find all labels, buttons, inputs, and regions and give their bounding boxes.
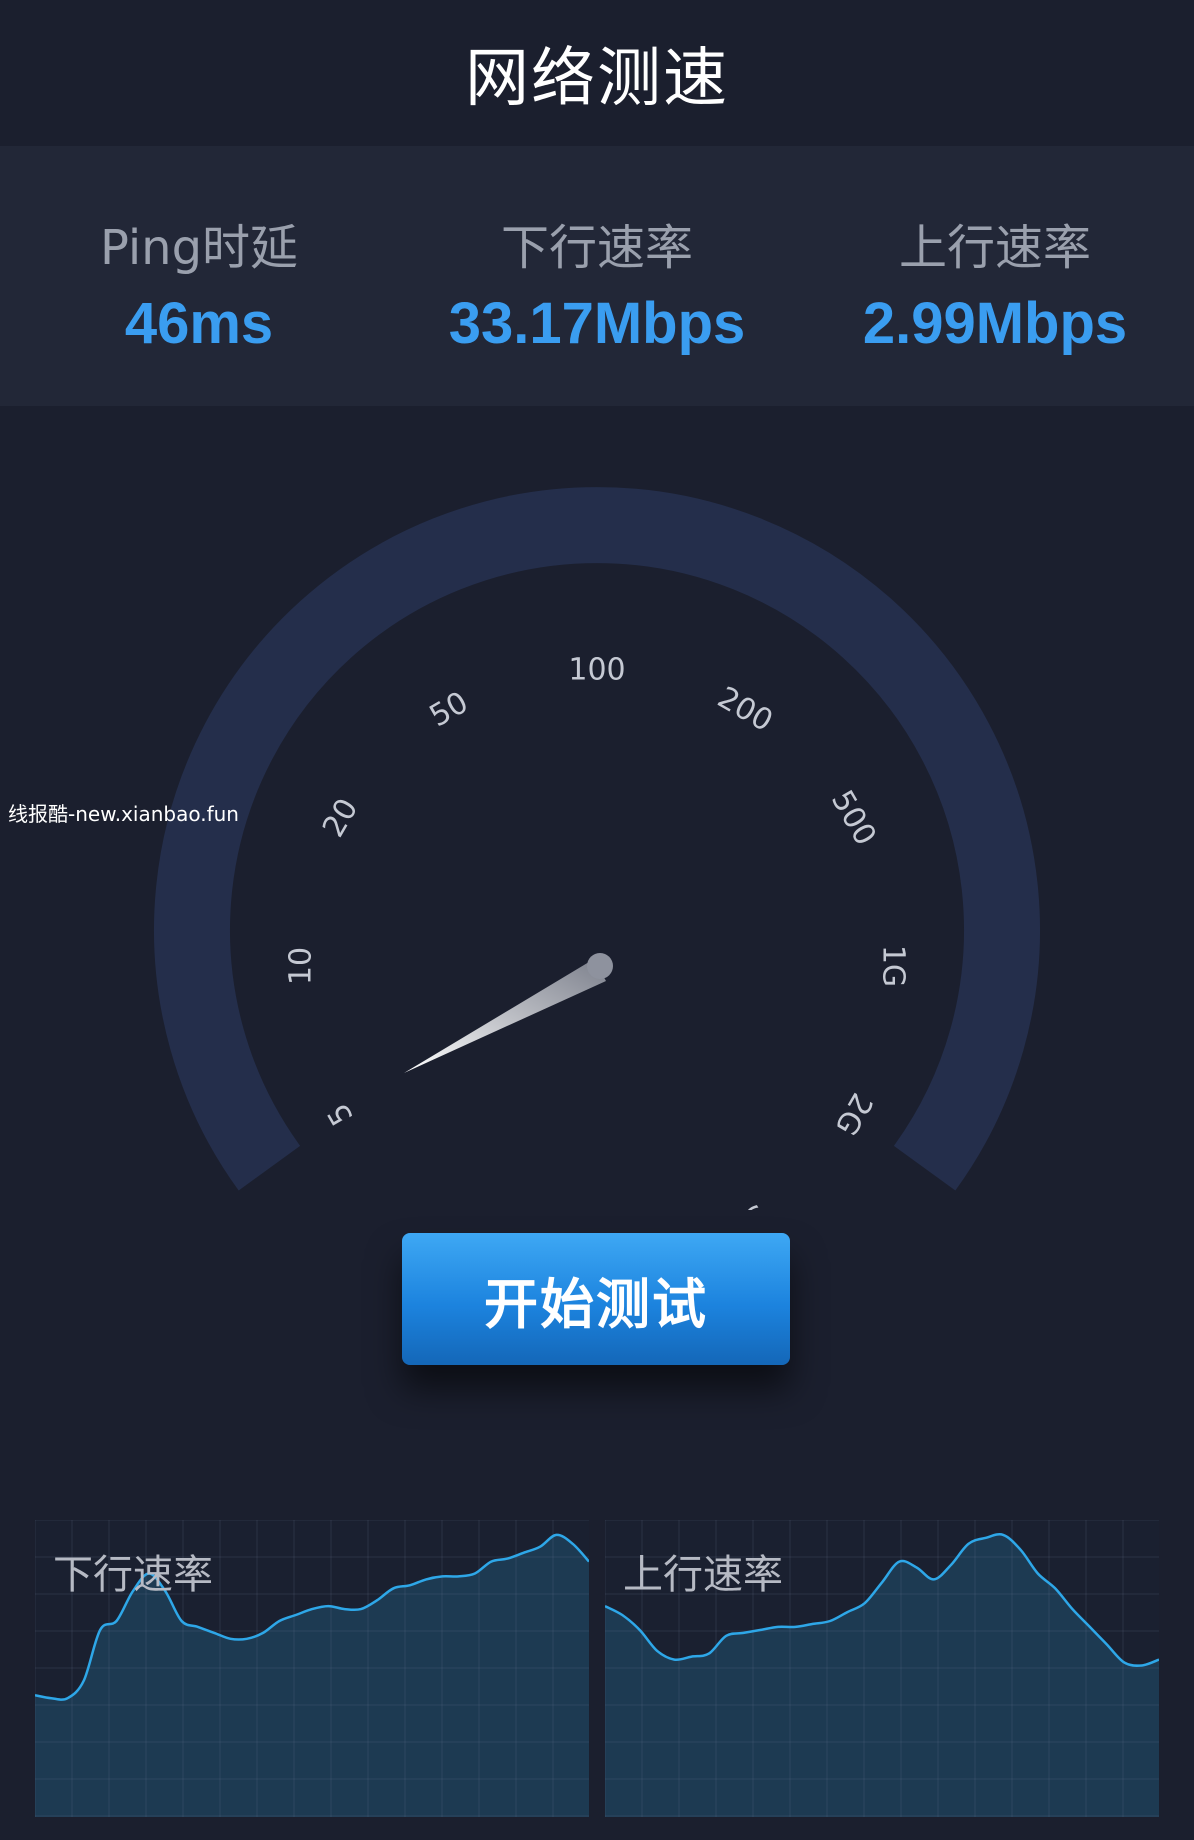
stats-panel: Ping时延 46ms 下行速率 33.17Mbps 上行速率 2.99Mbps	[0, 146, 1194, 406]
page-title: 网络测速	[465, 42, 729, 116]
speed-test-screen: 网络测速 Ping时延 46ms 下行速率 33.17Mbps 上行速率 2.9…	[0, 0, 1194, 1840]
stat-download-value: 33.17Mbps	[448, 290, 746, 356]
stat-upload-value: 2.99Mbps	[862, 290, 1128, 356]
stat-ping-value: 46ms	[124, 290, 274, 356]
app-header: 网络测速	[0, 0, 1194, 146]
stat-upload-label: 上行速率	[898, 219, 1091, 276]
gauge-tick-50: 50	[424, 685, 475, 734]
gauge-tick-20: 20	[316, 793, 365, 844]
gauge-tick-200: 200	[711, 680, 778, 739]
gauge-tick-5G: 5G	[718, 1197, 772, 1210]
upload-chart: 上行速率	[605, 1520, 1159, 1817]
gauge-tick-500: 500	[824, 784, 883, 851]
download-chart: 下行速率	[35, 1520, 589, 1817]
gauge-tick-10: 10	[284, 947, 319, 985]
stat-upload: 上行速率 2.99Mbps	[796, 146, 1194, 406]
gauge-tick-labels: 0 5 10 20 50 100 200 500 1G 2G 5G	[284, 653, 911, 1211]
gauge-tick-2G: 2G	[828, 1087, 879, 1141]
gauge-tick-5: 5	[321, 1097, 361, 1131]
gauge-arc	[154, 487, 1040, 1191]
gauge-tick-0: 0	[432, 1202, 466, 1210]
watermark-text: 线报酷-new.xianbao.fun	[8, 802, 239, 826]
stat-download-label: 下行速率	[500, 219, 693, 276]
stat-ping-label: Ping时延	[99, 219, 299, 276]
upload-chart-label: 上行速率	[623, 1552, 783, 1598]
start-test-label: 开始测试	[484, 1274, 708, 1335]
download-chart-label: 下行速率	[53, 1552, 213, 1598]
gauge-tick-1G: 1G	[876, 945, 911, 987]
gauge-tick-100: 100	[568, 653, 625, 688]
stat-ping: Ping时延 46ms	[0, 146, 398, 406]
gauge-needle	[404, 953, 613, 1073]
start-test-button[interactable]: 开始测试	[402, 1233, 790, 1365]
stat-download: 下行速率 33.17Mbps	[398, 146, 796, 406]
